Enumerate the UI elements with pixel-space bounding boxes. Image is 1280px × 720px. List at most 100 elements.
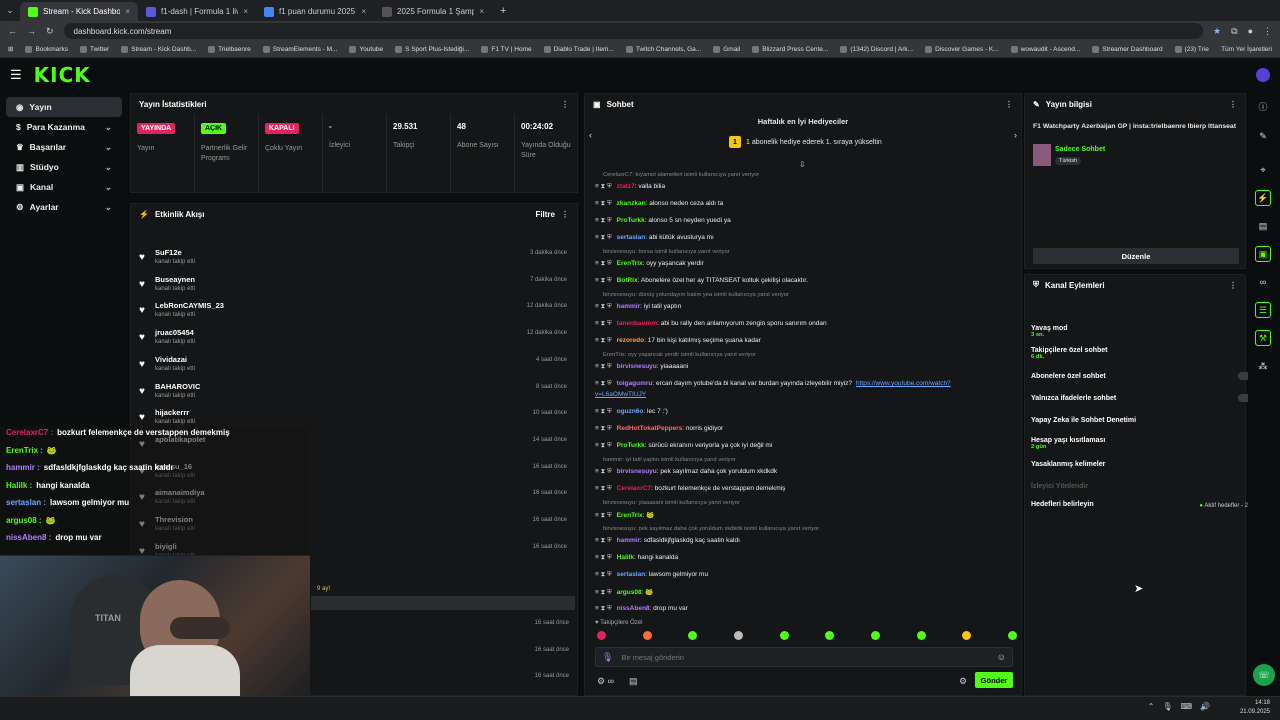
chat-username[interactable]: Halilk xyxy=(617,554,634,561)
wrench-icon[interactable]: ⚒ xyxy=(1255,330,1271,346)
apps-icon[interactable]: ⊞ xyxy=(8,45,13,53)
chat-message[interactable]: ≡ ⧗ ⛨ argus08: 🐸 xyxy=(595,588,653,597)
bookmark-item[interactable]: Blizzard Press Cente... xyxy=(752,45,828,53)
chat-username[interactable]: tanenbaumm xyxy=(617,320,657,327)
chat-username[interactable]: zkanzkan xyxy=(617,200,646,207)
user-avatar[interactable] xyxy=(1256,68,1270,82)
bookmark-item[interactable]: Streamer Dashboard xyxy=(1092,45,1163,53)
chat-message[interactable]: ≡ ⧗ ⛨ sertaslan: lawsom gelmiyor mu xyxy=(595,571,708,579)
message-mod-icons[interactable]: ≡ ⧗ ⛨ xyxy=(595,260,612,267)
message-mod-icons[interactable]: ≡ ⧗ ⛨ xyxy=(595,320,612,327)
scroll-to-bottom-icon[interactable]: ⇩ xyxy=(799,160,806,169)
message-mod-icons[interactable]: ≡ ⧗ ⛨ xyxy=(595,425,612,432)
chat-menu-icon[interactable]: ⋮ xyxy=(1005,100,1013,109)
gifter-next-icon[interactable]: › xyxy=(1014,130,1017,140)
sidebar-item-2[interactable]: ♛ Başarılar ⌄ xyxy=(6,137,122,157)
message-mod-icons[interactable]: ≡ ⧗ ⛨ xyxy=(595,380,612,387)
message-mod-icons[interactable]: ≡ ⧗ ⛨ xyxy=(595,277,612,284)
channel-actions-menu-icon[interactable]: ⋮ xyxy=(1229,281,1237,290)
back-icon[interactable]: ← xyxy=(8,26,17,36)
chat-message[interactable]: ≡ ⧗ ⛨ oguzn6o: lec 7 :') xyxy=(595,408,668,416)
bookmark-item[interactable]: Discover Games - K... xyxy=(925,45,999,53)
bookmark-item[interactable]: (1342) Discord | Ark... xyxy=(840,45,913,53)
chat-message[interactable]: ≡ ⧗ ⛨ hammir: sdfasldkjfglaskdg kaç saati… xyxy=(595,537,740,545)
bookmark-item[interactable]: Twitter xyxy=(79,45,109,53)
chat-message[interactable]: ≡ ⧗ ⛨ ProTurkk: alonso 5 sn neyden yuedi … xyxy=(595,217,731,225)
message-mod-icons[interactable]: ≡ ⧗ ⛨ xyxy=(595,337,612,344)
message-mod-icons[interactable]: ≡ ⧗ ⛨ xyxy=(595,234,612,241)
chat-username[interactable]: ProTurkk xyxy=(617,217,645,224)
bookmark-item[interactable]: Diablo Trade | Item... xyxy=(543,45,614,53)
emote-icon[interactable] xyxy=(779,631,789,640)
message-mod-icons[interactable]: ≡ ⧗ ⛨ xyxy=(595,408,612,415)
info-icon[interactable]: ⓘ xyxy=(1255,98,1271,114)
message-mod-icons[interactable]: ≡ ⧗ ⛨ xyxy=(595,571,612,578)
chat-message[interactable]: ≡ ⧗ ⛨ ErenTrix: oyy yaşancak yerdir xyxy=(595,260,704,268)
tab-close-icon[interactable]: × xyxy=(361,7,366,16)
sidebar-item-1[interactable]: $ Para Kazanma ⌄ xyxy=(6,117,122,137)
chat-message[interactable]: ≡ ⧗ ⛨ sertaslan: abi kütük avusturya mı xyxy=(595,234,714,242)
stack-icon[interactable]: ☰ xyxy=(1255,302,1271,318)
emoji-icon[interactable]: ☺ xyxy=(997,652,1006,662)
edit-icon[interactable]: ✎ xyxy=(1255,128,1271,144)
scan-icon[interactable]: ⌖ xyxy=(1255,162,1271,178)
message-mod-icons[interactable]: ≡ ⧗ ⛨ xyxy=(595,554,612,561)
chat-message[interactable]: ≡ ⧗ ⛨ tanenbaumm: abi bu rally den anlamı… xyxy=(595,320,827,328)
tray-mic-icon[interactable]: 🎙 xyxy=(1162,702,1172,711)
emote-icon[interactable] xyxy=(642,631,652,640)
chat-username[interactable]: BotRix xyxy=(617,277,638,284)
chat-username[interactable]: oguzn6o xyxy=(617,408,644,415)
browser-menu-icon[interactable]: ⋮ xyxy=(1263,26,1272,37)
chat-username[interactable]: CerelaxrC7 xyxy=(617,485,651,492)
chat-message[interactable]: ≡ ⧗ ⛨ BotRix: Abonelere özel her ay TITAN… xyxy=(595,277,808,285)
emote-icon[interactable] xyxy=(688,631,698,640)
profile-icon[interactable]: ● xyxy=(1248,26,1253,36)
star-icon[interactable]: ★ xyxy=(1213,26,1221,37)
gifter-prev-icon[interactable]: ‹ xyxy=(589,130,592,140)
browser-tab[interactable]: 2025 Formula 1 Şampiyonası Yarış × xyxy=(374,2,492,21)
chat-username[interactable]: hammir xyxy=(617,303,640,310)
activity-menu-icon[interactable]: ⋮ xyxy=(561,210,569,219)
bookmark-item[interactable]: Trielbaenre xyxy=(208,45,251,53)
browser-tab[interactable]: Stream - Kick Dashboard × xyxy=(20,2,138,21)
bookmark-item[interactable]: Stream - Kick Dashb... xyxy=(121,45,196,53)
tab-close-icon[interactable]: × xyxy=(479,7,484,16)
bolt-icon[interactable]: ⚡ xyxy=(1255,190,1271,206)
bookmark-item[interactable]: StreamElements - M... xyxy=(262,45,337,53)
forward-icon[interactable]: → xyxy=(27,26,36,36)
message-mod-icons[interactable]: ≡ ⧗ ⛨ xyxy=(595,512,612,519)
chat-settings-icon[interactable]: ⚙ xyxy=(959,676,967,687)
tray-network-icon[interactable]: ⌨ xyxy=(1180,702,1192,711)
channel-action-3[interactable]: Yalnızca ifadelerle sohbet xyxy=(1031,389,1255,407)
emote-icon[interactable] xyxy=(733,631,743,640)
all-bookmarks[interactable]: Tüm Yer İşaretleri xyxy=(1221,46,1272,53)
emote-icon[interactable] xyxy=(597,631,606,640)
chat-username[interactable]: hammir xyxy=(617,537,640,544)
activity-event[interactable]: ♥ Buseaynen kanalı takip etti 7 dakika önce xyxy=(131,273,575,300)
message-mod-icons[interactable]: ≡ ⧗ ⛨ xyxy=(595,537,612,544)
activity-event[interactable]: ♥ SuF12e kanalı takip etti 3 dakika önce xyxy=(131,246,575,273)
message-mod-icons[interactable]: ≡ ⧗ ⛨ xyxy=(595,363,612,370)
message-mod-icons[interactable]: ≡ ⧗ ⛨ xyxy=(595,303,612,310)
sidebar-item-5[interactable]: ⚙ Ayarlar ⌄ xyxy=(6,197,122,217)
chat-message[interactable]: ≡ ⧗ ⛨ Halilk: hangi kanalda xyxy=(595,554,678,562)
bookmark-item[interactable]: Youtube xyxy=(349,45,383,53)
chat-message[interactable]: ≡ ⧗ ⛨ ProTurkk: sürücü ekranını veriyorla… xyxy=(595,442,772,450)
chat-message[interactable]: ≡ ⧗ ⛨ birvisnesuyu: pek sayılmaz daha çok… xyxy=(595,468,777,476)
bookmark-item[interactable]: F1 TV | Home xyxy=(481,45,532,53)
chat-link-continued[interactable]: v=L6aOMwTIUJY xyxy=(595,391,646,398)
edit-stream-button[interactable]: Düzenle xyxy=(1033,248,1239,264)
bookmark-item[interactable]: S Sport Plus-İstediği... xyxy=(395,45,469,53)
chat-username[interactable]: birvisnesuyu xyxy=(617,363,657,370)
bookmark-item[interactable]: Gmail xyxy=(713,45,740,53)
chat-username[interactable]: rezoredo xyxy=(617,337,644,344)
reload-icon[interactable]: ↻ xyxy=(46,26,54,37)
chat-message[interactable]: ≡ ⧗ ⛨ zkanzkan: alonso neden ceza aldı ta xyxy=(595,200,723,208)
message-mod-icons[interactable]: ≡ ⧗ ⛨ xyxy=(595,183,612,190)
chat-link[interactable]: https://www.youtube.com/watch? xyxy=(856,380,951,387)
channel-action-0[interactable]: Yavaş mod3 sn.› xyxy=(1031,319,1255,339)
chat-message[interactable]: ≡ ⧗ ⛨ ErenTrix: 🐸 xyxy=(595,511,654,520)
help-chat-icon[interactable]: ☏ xyxy=(1253,664,1275,686)
channel-action-5[interactable]: Hesap yaşı kısıtlaması2 gün› xyxy=(1031,431,1255,451)
message-mod-icons[interactable]: ≡ ⧗ ⛨ xyxy=(595,589,612,596)
